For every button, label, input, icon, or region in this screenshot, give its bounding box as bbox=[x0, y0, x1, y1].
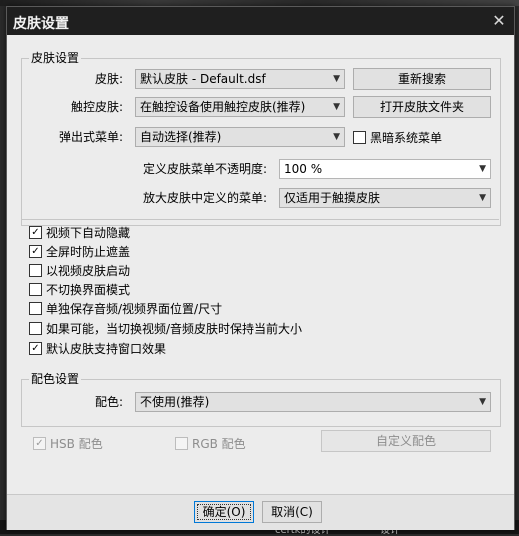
touch-skin-select[interactable]: 在触控设备使用触控皮肤(推荐) ▼ bbox=[135, 97, 345, 117]
checkbox-box bbox=[29, 301, 42, 315]
custom-color-button[interactable]: 自定义配色 bbox=[321, 430, 491, 452]
checkbox-box bbox=[353, 130, 366, 144]
option-checkbox[interactable]: 如果可能，当切换视频/音频皮肤时保持当前大小 bbox=[29, 320, 302, 336]
dark-system-menu-label: 黑暗系统菜单 bbox=[370, 130, 443, 145]
option-checkbox[interactable]: ✓ 默认皮肤支持窗口效果 bbox=[29, 340, 166, 356]
option-label: 以视频皮肤启动 bbox=[46, 263, 131, 278]
checkbox-box: ✓ bbox=[33, 436, 46, 450]
popup-menu-label: 弹出式菜单: bbox=[58, 130, 123, 144]
zoom-menu-select[interactable]: 仅适用于触摸皮肤 ▼ bbox=[279, 188, 491, 208]
option-label: 如果可能，当切换视频/音频皮肤时保持当前大小 bbox=[46, 321, 303, 336]
rgb-color-label: RGB 配色 bbox=[192, 436, 246, 451]
chevron-down-icon: ▼ bbox=[333, 74, 340, 84]
option-label: 默认皮肤支持窗口效果 bbox=[46, 341, 167, 356]
checkbox-box: ✓ bbox=[29, 341, 42, 355]
popup-menu-select-value: 自动选择(推荐) bbox=[140, 130, 222, 144]
checkbox-box: ✓ bbox=[29, 225, 42, 239]
zoom-menu-select-value: 仅适用于触摸皮肤 bbox=[284, 191, 381, 205]
close-icon: ✕ bbox=[492, 11, 506, 30]
option-label: 全屏时防止遮盖 bbox=[46, 244, 131, 259]
checkbox-box bbox=[29, 263, 42, 277]
popup-menu-select[interactable]: 自动选择(推荐) ▼ bbox=[135, 127, 345, 147]
checkbox-box: ✓ bbox=[29, 244, 42, 258]
option-label: 单独保存音频/视频界面位置/尺寸 bbox=[46, 301, 223, 316]
title-bar: 皮肤设置 ✕ bbox=[7, 7, 514, 35]
option-checkbox[interactable]: ✓ 全屏时防止遮盖 bbox=[29, 243, 130, 259]
open-skin-folder-button[interactable]: 打开皮肤文件夹 bbox=[353, 96, 491, 118]
option-label: 视频下自动隐藏 bbox=[46, 225, 131, 240]
close-button[interactable]: ✕ bbox=[488, 10, 510, 32]
option-label: 不切换界面模式 bbox=[46, 282, 131, 297]
chevron-down-icon: ▼ bbox=[333, 132, 340, 142]
menu-opacity-select[interactable]: 100 % ▼ bbox=[279, 159, 491, 179]
zoom-menu-label: 放大皮肤中定义的菜单: bbox=[142, 191, 267, 205]
option-checkbox[interactable]: ✓ 视频下自动隐藏 bbox=[29, 224, 130, 240]
option-checkbox[interactable]: 以视频皮肤启动 bbox=[29, 262, 130, 278]
option-checkbox[interactable]: 单独保存音频/视频界面位置/尺寸 bbox=[29, 300, 222, 316]
rescan-button[interactable]: 重新搜索 bbox=[353, 68, 491, 90]
color-scheme-select-value: 不使用(推荐) bbox=[140, 395, 210, 409]
hsb-color-checkbox[interactable]: ✓ HSB 配色 bbox=[33, 435, 103, 451]
dialog-title: 皮肤设置 bbox=[13, 16, 69, 32]
divider bbox=[21, 219, 499, 220]
option-checkbox[interactable]: 不切换界面模式 bbox=[29, 281, 130, 297]
checkbox-box bbox=[175, 436, 188, 450]
chevron-down-icon: ▼ bbox=[479, 193, 486, 203]
menu-opacity-select-value: 100 % bbox=[284, 162, 323, 176]
menu-opacity-label: 定义皮肤菜单不透明度: bbox=[142, 162, 267, 176]
cancel-button[interactable]: 取消(C) bbox=[262, 501, 322, 523]
dark-system-menu-checkbox[interactable]: 黑暗系统菜单 bbox=[353, 129, 442, 145]
chevron-down-icon: ▼ bbox=[333, 102, 340, 112]
skin-select-value: 默认皮肤 - Default.dsf bbox=[140, 72, 266, 86]
touch-skin-label: 触控皮肤: bbox=[70, 100, 123, 114]
chevron-down-icon: ▼ bbox=[479, 164, 486, 174]
dialog-footer bbox=[7, 494, 514, 530]
checkbox-box bbox=[29, 321, 42, 335]
skin-group-title: 皮肤设置 bbox=[29, 51, 82, 65]
touch-skin-select-value: 在触控设备使用触控皮肤(推荐) bbox=[140, 100, 306, 114]
rgb-color-checkbox[interactable]: RGB 配色 bbox=[175, 435, 246, 451]
chevron-down-icon: ▼ bbox=[479, 397, 486, 407]
hsb-color-label: HSB 配色 bbox=[50, 436, 103, 451]
checkbox-box bbox=[29, 282, 42, 296]
color-scheme-label: 配色: bbox=[94, 395, 123, 409]
skin-label: 皮肤: bbox=[94, 72, 123, 86]
ok-button[interactable]: 确定(O) bbox=[194, 501, 254, 523]
skin-select[interactable]: 默认皮肤 - Default.dsf ▼ bbox=[135, 69, 345, 89]
color-group-title: 配色设置 bbox=[29, 372, 82, 386]
color-scheme-select[interactable]: 不使用(推荐) ▼ bbox=[135, 392, 491, 412]
skin-settings-dialog: 皮肤设置 ✕ 皮肤设置 皮肤: 默认皮肤 - Default.dsf ▼ 重新搜… bbox=[6, 6, 515, 530]
